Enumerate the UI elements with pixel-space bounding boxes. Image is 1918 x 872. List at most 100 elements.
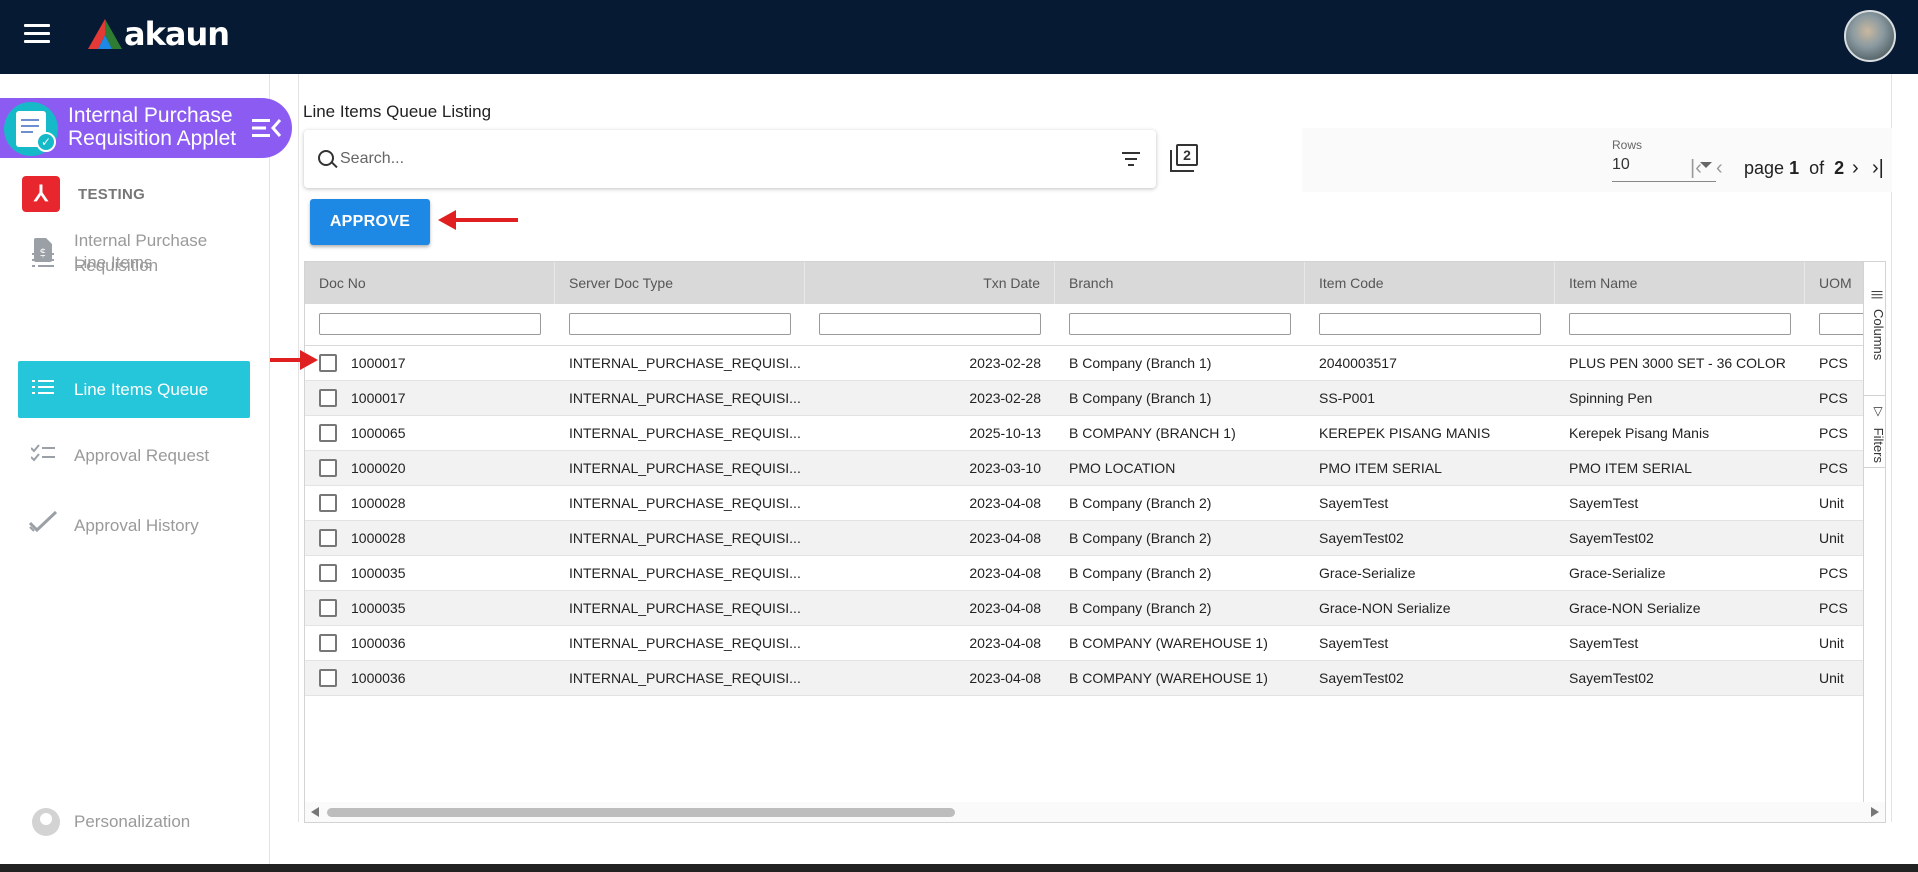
table-cell: 1000065	[305, 416, 555, 450]
table-cell: 1000036	[305, 661, 555, 695]
cell-text: INTERNAL_PURCHASE_REQUISI...	[569, 670, 801, 686]
grid-side-panel: ||| Columns ▽ Filters	[1863, 262, 1885, 802]
table-cell: 2023-04-08	[805, 591, 1055, 625]
column-header-server-doc-type[interactable]: Server Doc Type	[555, 262, 805, 304]
list-icon	[28, 378, 58, 401]
scroll-left-icon[interactable]	[311, 807, 319, 817]
table-row[interactable]: 1000036 INTERNAL_PURCHASE_REQUISI... 2023-…	[305, 661, 1867, 696]
filters-tab[interactable]: ▽ Filters	[1864, 396, 1885, 468]
filter-input-uom[interactable]	[1819, 313, 1867, 335]
page-word: page	[1744, 158, 1785, 178]
table-cell: PLUS PEN 3000 SET - 36 COLOR	[1555, 346, 1805, 380]
column-header-doc-no[interactable]: Doc No	[305, 262, 555, 304]
column-header-branch[interactable]: Branch	[1055, 262, 1305, 304]
table-row[interactable]: 1000028 INTERNAL_PURCHASE_REQUISI... 2023-…	[305, 521, 1867, 556]
page-title: Line Items Queue Listing	[303, 102, 492, 121]
row-checkbox[interactable]	[319, 528, 337, 547]
table-cell: Unit	[1805, 661, 1867, 695]
table-cell: B Company (Branch 2)	[1055, 521, 1305, 555]
row-checkbox[interactable]	[319, 668, 337, 687]
row-checkbox[interactable]	[319, 563, 337, 582]
company-selector[interactable]: ⅄ TESTING	[22, 176, 145, 212]
table-row[interactable]: 1000017 INTERNAL_PURCHASE_REQUISI... 2023-…	[305, 346, 1867, 381]
row-checkbox[interactable]	[319, 598, 337, 617]
row-checkbox[interactable]	[319, 388, 337, 407]
table-row[interactable]: 1000035 INTERNAL_PURCHASE_REQUISI... 2023-…	[305, 556, 1867, 591]
collapse-menu-icon[interactable]	[252, 116, 282, 140]
approve-button[interactable]: APPROVE	[310, 199, 430, 245]
cell-text: 1000017	[351, 390, 406, 406]
table-row[interactable]: 1000028 INTERNAL_PURCHASE_REQUISI... 2023-…	[305, 486, 1867, 521]
row-checkbox[interactable]	[319, 458, 337, 477]
sidebar-item-approval-request[interactable]: Approval Request	[18, 443, 250, 468]
column-header-txn-date[interactable]: Txn Date	[805, 262, 1055, 304]
horizontal-scrollbar[interactable]	[305, 802, 1885, 822]
first-page-icon[interactable]: |‹	[1690, 158, 1702, 178]
row-checkbox[interactable]	[319, 353, 337, 372]
cell-text: SS-P001	[1319, 390, 1376, 406]
filter-input-doc-no[interactable]	[319, 313, 541, 335]
sidebar-item-line-items[interactable]: Line Items	[18, 250, 250, 275]
column-header-item-name[interactable]: Item Name	[1555, 262, 1805, 304]
cell-text: PCS	[1819, 425, 1848, 441]
sidebar-item-approval-history[interactable]: Approval History	[18, 510, 250, 539]
table-cell: B Company (Branch 2)	[1055, 486, 1305, 520]
table-row[interactable]: 1000035 INTERNAL_PURCHASE_REQUISI... 2023-…	[305, 591, 1867, 626]
cell-text: Unit	[1819, 670, 1844, 686]
user-avatar[interactable]	[1844, 10, 1896, 62]
column-header-item-code[interactable]: Item Code	[1305, 262, 1555, 304]
table-cell: SS-P001	[1305, 381, 1555, 415]
table-row[interactable]: 1000065 INTERNAL_PURCHASE_REQUISI... 2025-…	[305, 416, 1867, 451]
app-logo[interactable]: akaun	[88, 15, 230, 53]
next-page-icon[interactable]: ›	[1852, 158, 1859, 178]
applet-header: ✓ Internal Purchase Requisition Applet	[0, 98, 292, 158]
cell-text: INTERNAL_PURCHASE_REQUISI...	[569, 495, 801, 511]
row-checkbox[interactable]	[319, 423, 337, 442]
sidebar-item-label: Line Items	[74, 253, 153, 272]
table-cell: 2023-04-08	[805, 661, 1055, 695]
table-cell: SayemTest02	[1305, 521, 1555, 555]
scroll-right-icon[interactable]	[1871, 807, 1879, 817]
cell-text: PMO ITEM SERIAL	[1319, 460, 1442, 476]
columns-tab[interactable]: ||| Columns	[1864, 282, 1885, 396]
last-page-icon[interactable]: ›|	[1872, 158, 1884, 178]
row-checkbox[interactable]	[319, 493, 337, 512]
annotation-arrow-left	[438, 210, 518, 230]
cell-text: 2023-02-28	[969, 355, 1041, 371]
filter-input-txn-date[interactable]	[819, 313, 1041, 335]
table-cell: INTERNAL_PURCHASE_REQUISI...	[555, 416, 805, 450]
cell-text: 2023-04-08	[969, 670, 1041, 686]
personalization-link[interactable]: Personalization	[32, 808, 190, 836]
copy-icon[interactable]: 2	[1170, 144, 1198, 172]
filter-input-item-name[interactable]	[1569, 313, 1791, 335]
search-input[interactable]	[340, 144, 1100, 174]
sidebar-item-label: Approval History	[74, 515, 199, 535]
cell-text: 1000028	[351, 495, 406, 511]
filter-input-server-doc-type[interactable]	[569, 313, 791, 335]
filter-input-branch[interactable]	[1069, 313, 1291, 335]
sidebar-item-label: Line Items Queue	[74, 380, 209, 399]
cell-text: PMO LOCATION	[1069, 460, 1176, 476]
column-header-uom[interactable]: UOM	[1805, 262, 1867, 304]
filter-icon[interactable]	[1122, 152, 1140, 166]
cell-text: INTERNAL_PURCHASE_REQUISI...	[569, 565, 801, 581]
cell-text: 2025-10-13	[969, 425, 1041, 441]
table-cell: 1000020	[305, 451, 555, 485]
table-row[interactable]: 1000017 INTERNAL_PURCHASE_REQUISI... 2023-…	[305, 381, 1867, 416]
row-checkbox[interactable]	[319, 633, 337, 652]
nav-label-line1: Internal Purchase	[74, 231, 208, 250]
sidebar-item-line-items-queue[interactable]: Line Items Queue	[18, 361, 250, 418]
table-row[interactable]: 1000036 INTERNAL_PURCHASE_REQUISI... 2023-…	[305, 626, 1867, 661]
cell-text: 1000028	[351, 530, 406, 546]
previous-page-icon[interactable]: ‹	[1716, 158, 1723, 178]
cell-text: Unit	[1819, 635, 1844, 651]
cell-text: PLUS PEN 3000 SET - 36 COLOR	[1569, 355, 1786, 371]
cell-text: KEREPEK PISANG MANIS	[1319, 425, 1491, 441]
scroll-thumb[interactable]	[327, 808, 955, 817]
checklist-icon	[28, 443, 58, 468]
menu-icon[interactable]	[24, 24, 50, 46]
cell-text: Unit	[1819, 495, 1844, 511]
table-cell: INTERNAL_PURCHASE_REQUISI...	[555, 626, 805, 660]
table-row[interactable]: 1000020 INTERNAL_PURCHASE_REQUISI... 2023-…	[305, 451, 1867, 486]
filter-input-item-code[interactable]	[1319, 313, 1541, 335]
